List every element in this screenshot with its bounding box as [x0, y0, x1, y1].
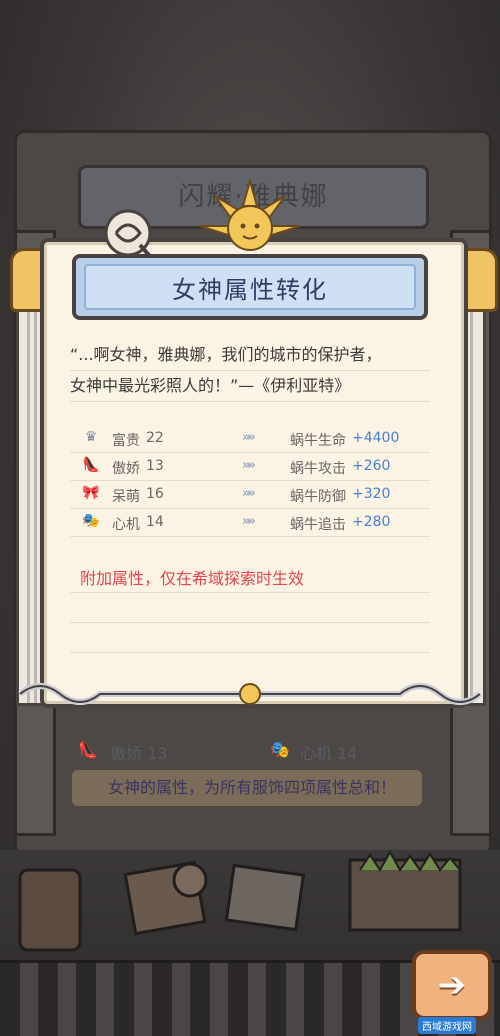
- dialog-bottom-scroll-ornament: [18, 683, 482, 705]
- quote-line-2: 女神中最光彩照人的！”—《伊利亚特》: [70, 371, 430, 402]
- stat-target: 蜗牛追击: [290, 517, 346, 533]
- sun-ornament-icon: [199, 177, 301, 251]
- stat-target: 蜗牛防御: [290, 489, 346, 505]
- next-button[interactable]: ➔: [412, 950, 492, 1020]
- stat-row: ♛ 富贵 22 »» 蜗牛生命 +4400: [70, 425, 430, 453]
- ruled-line: [70, 652, 430, 653]
- background-stat-right: 心机 14: [300, 744, 358, 763]
- stat-bonus: +4400: [352, 430, 400, 446]
- quote-line-1: “...啊女神，雅典娜，我们的城市的保护者，: [70, 340, 430, 371]
- stat-row: 👠 傲娇 13 »» 蜗牛攻击 +260: [70, 453, 430, 481]
- double-arrow-icon: »»: [242, 486, 256, 501]
- stat-name: 呆萌: [112, 489, 140, 505]
- warning-text: 附加属性，仅在希域探索时生效: [80, 569, 305, 588]
- stat-bonus: +260: [352, 458, 391, 474]
- props-illustration: [18, 849, 462, 952]
- background-note: 女神的属性，为所有服饰四项属性总和！: [72, 770, 422, 806]
- ruled-line: [70, 622, 430, 623]
- stat-value: 13: [146, 458, 164, 474]
- heel-icon: 👠: [78, 740, 98, 759]
- mask-icon: 🎭: [270, 740, 290, 759]
- stat-value: 14: [146, 514, 164, 530]
- stats-table: ♛ 富贵 22 »» 蜗牛生命 +4400 👠 傲娇 13 »» 蜗牛攻击 +2…: [70, 425, 430, 537]
- crown-icon: ♛: [84, 429, 98, 445]
- quote-block: “...啊女神，雅典娜，我们的城市的保护者， 女神中最光彩照人的！”—《伊利亚特…: [70, 340, 430, 402]
- stat-name: 心机: [112, 517, 140, 533]
- background-stat-left: 傲娇 13: [110, 744, 168, 763]
- stat-bonus: +320: [352, 486, 391, 502]
- high-heel-icon: 👠: [82, 457, 100, 473]
- bow-icon: 🎀: [82, 485, 100, 501]
- stat-target: 蜗牛生命: [290, 433, 346, 449]
- mask-icon: 🎭: [82, 513, 100, 529]
- double-arrow-icon: »»: [242, 514, 256, 529]
- double-arrow-icon: »»: [242, 430, 256, 445]
- background-stat-row: 👠 傲娇 13 🎭 心机 14: [60, 732, 440, 768]
- ruled-line: [70, 592, 430, 593]
- watermark: 西域游戏网: [418, 1017, 476, 1034]
- dialog-title: 女神属性转化: [84, 264, 416, 310]
- arrow-right-icon: ➔: [437, 965, 467, 1005]
- stat-name: 富贵: [112, 433, 140, 449]
- stat-value: 16: [146, 486, 164, 502]
- stat-name: 傲娇: [112, 461, 140, 477]
- stat-value: 22: [146, 430, 164, 446]
- stat-target: 蜗牛攻击: [290, 461, 346, 477]
- stat-bonus: +280: [352, 514, 391, 530]
- stat-row: 🎀 呆萌 16 »» 蜗牛防御 +320: [70, 481, 430, 509]
- double-arrow-icon: »»: [242, 458, 256, 473]
- stat-row: 🎭 心机 14 »» 蜗牛追击 +280: [70, 509, 430, 537]
- title-banner: 女神属性转化: [72, 254, 428, 320]
